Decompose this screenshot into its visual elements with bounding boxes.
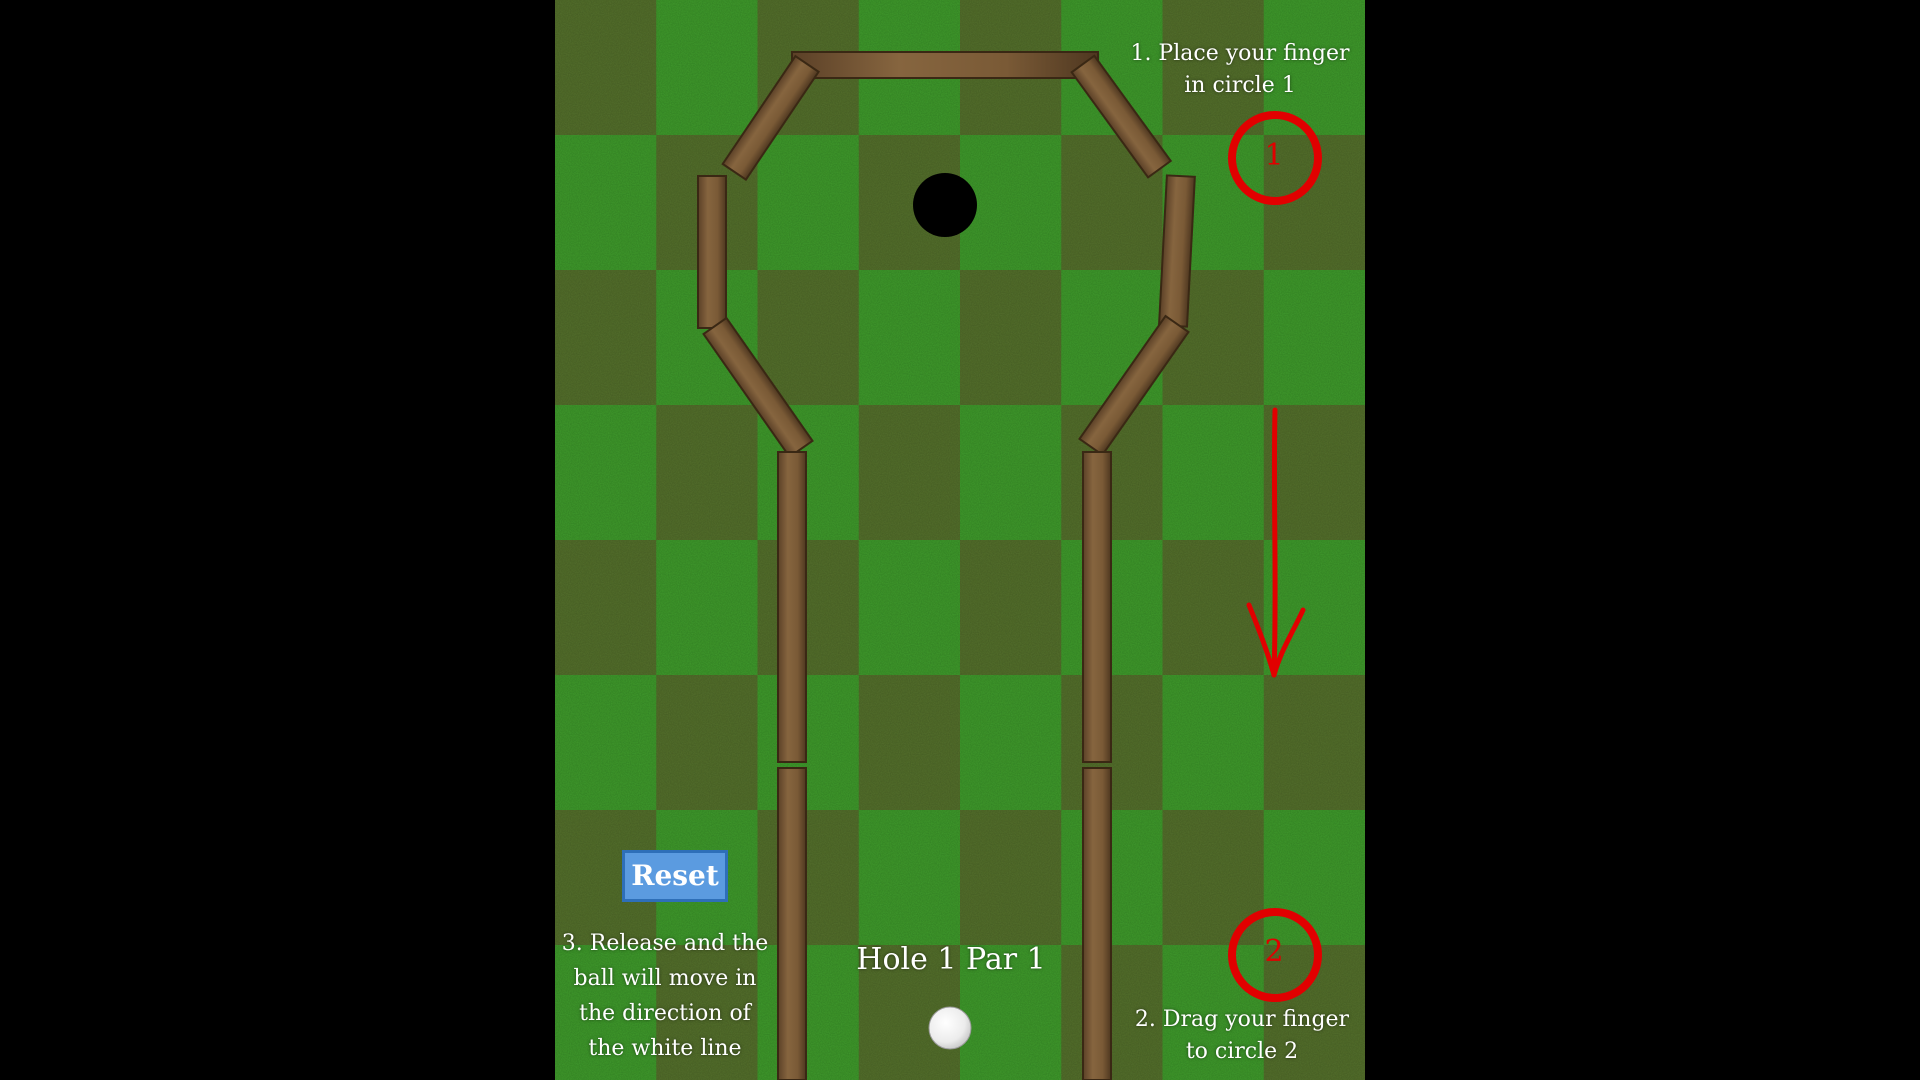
wall-channel-right-upper xyxy=(1082,451,1112,763)
grass-tile xyxy=(656,540,758,676)
grass-tile xyxy=(858,405,961,541)
grass-tile xyxy=(1061,810,1163,946)
reset-button[interactable]: Reset xyxy=(622,850,728,902)
wall-channel-left-upper xyxy=(777,451,807,763)
grass-tile xyxy=(960,270,1062,406)
grass-tile xyxy=(555,0,657,136)
grass-tile xyxy=(757,135,860,271)
grass-tile xyxy=(757,675,860,811)
grass-tile xyxy=(1263,810,1365,946)
instruction-step-3: 3. Release and the ball will move in the… xyxy=(561,931,769,1061)
grass-tile xyxy=(555,405,657,541)
circle-1-label: 1 xyxy=(1264,138,1284,173)
wall-left-side xyxy=(697,175,727,329)
grass-tile xyxy=(1162,675,1265,811)
wall-channel-left-lower xyxy=(777,767,807,1080)
circle-2-label: 2 xyxy=(1264,934,1284,969)
grass-tile xyxy=(858,270,961,406)
grass-tile xyxy=(858,675,961,811)
game-screen: 1 2 1. Place your finger in circle 1 2. … xyxy=(0,0,1920,1080)
grass-tile xyxy=(1061,540,1163,676)
grass-tile xyxy=(656,675,758,811)
grass-tile xyxy=(555,540,657,676)
wall-top xyxy=(791,51,1099,79)
grass-tile xyxy=(1162,405,1265,541)
hole-par-label: Hole 1 Par 1 xyxy=(856,942,1046,977)
drag-arrow-shaft xyxy=(1271,407,1278,678)
grass-tile xyxy=(757,540,860,676)
grass-tile xyxy=(960,675,1062,811)
grass-tile xyxy=(1061,675,1163,811)
grass-tile xyxy=(1263,405,1365,541)
hole-cup xyxy=(913,173,977,237)
instruction-step-1: 1. Place your finger in circle 1 xyxy=(1130,41,1350,98)
grass-tile xyxy=(555,135,657,271)
grass-tile xyxy=(555,270,657,406)
golf-ball[interactable] xyxy=(928,1006,972,1050)
instruction-step-2: 2. Drag your finger to circle 2 xyxy=(1134,1007,1350,1064)
grass-tile xyxy=(858,540,961,676)
grass-tile xyxy=(1263,675,1365,811)
grass-tile xyxy=(858,810,961,946)
grass-tile xyxy=(960,810,1062,946)
grass-tile xyxy=(960,405,1062,541)
grass-tile xyxy=(656,0,758,136)
grass-tile xyxy=(1263,270,1365,406)
grass-tile xyxy=(555,675,657,811)
grass-tile xyxy=(960,540,1062,676)
grass-tile xyxy=(656,405,758,541)
wall-channel-right-lower xyxy=(1082,767,1112,1080)
